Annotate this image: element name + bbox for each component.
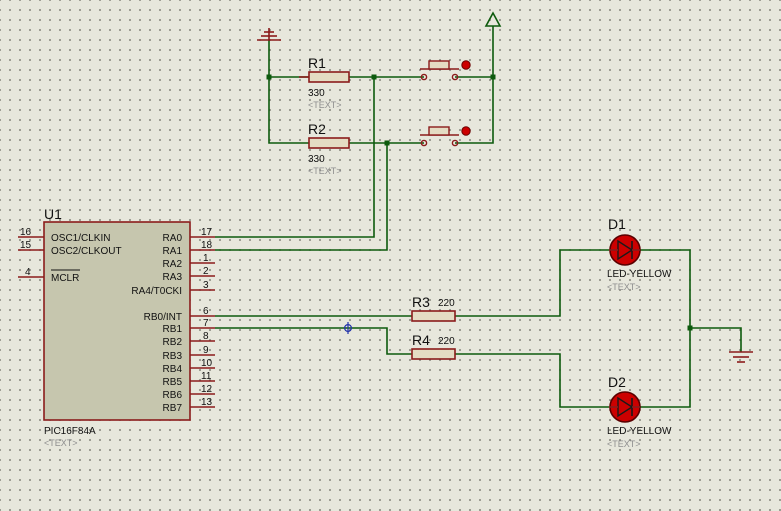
r4-ref: R4	[412, 332, 430, 348]
d2-ref: D2	[608, 374, 626, 390]
pin-number: 12	[201, 384, 213, 395]
ground-symbol-right[interactable]	[729, 351, 753, 363]
microcontroller-u1[interactable]: U1 PIC16F84A <TEXT> 16 15 4 OSC1/CLKIN O…	[18, 206, 215, 448]
r2-ref: R2	[308, 121, 326, 137]
pin-label: RB7	[163, 403, 183, 414]
d1-ref: D1	[608, 216, 626, 232]
schematic-drawing: R1 330 <TEXT> R2 330 <TEXT> R3 220 R4 22…	[18, 11, 753, 449]
pin-label: RB6	[163, 390, 183, 401]
r4-value: 220	[438, 336, 455, 347]
resistor-r3[interactable]: R3 220	[411, 294, 456, 322]
r1-ref: R1	[308, 55, 326, 71]
pin-number: 9	[203, 345, 209, 356]
pin-number: 18	[201, 240, 213, 251]
u1-part-name: PIC16F84A	[44, 426, 96, 437]
r2-value: 330	[308, 154, 325, 165]
pin-number: 1	[203, 253, 209, 264]
r2-text-placeholder: <TEXT>	[308, 166, 342, 176]
pin-number: 2	[203, 266, 209, 277]
pin-label: RB0/INT	[144, 312, 182, 323]
junctions	[266, 74, 693, 331]
pin-number: 7	[203, 318, 209, 329]
pin-number: 4	[25, 267, 31, 278]
pin-number: 16	[20, 227, 32, 238]
pin-label: RA4/T0CKI	[131, 286, 182, 297]
pin-number: 3	[203, 280, 209, 291]
u1-text-placeholder: <TEXT>	[44, 438, 78, 448]
pin-number: 17	[201, 227, 213, 238]
d1-value: LED-YELLOW	[607, 269, 672, 280]
pin-label: RA0	[163, 233, 183, 244]
resistor-r2[interactable]: R2 330 <TEXT>	[308, 121, 350, 176]
pin-label: OSC2/CLKOUT	[51, 246, 122, 257]
d2-value: LED-YELLOW	[607, 426, 672, 437]
power-terminal-icon[interactable]	[484, 11, 502, 27]
r1-value: 330	[308, 88, 325, 99]
pin-label: RB1	[163, 324, 183, 335]
u1-ref: U1	[44, 206, 62, 222]
pin-label: RB3	[163, 351, 183, 362]
pin-number: 8	[203, 331, 209, 342]
pin-number: 11	[201, 371, 212, 382]
pin-number: 13	[201, 397, 213, 408]
ground-symbol-top[interactable]	[257, 28, 281, 41]
r3-ref: R3	[412, 294, 430, 310]
wires	[215, 26, 742, 408]
pin-label: RA1	[163, 246, 183, 257]
led-d2[interactable]: D2 LED-YELLOW <TEXT>	[607, 374, 672, 449]
r1-text-placeholder: <TEXT>	[308, 100, 342, 110]
pin-label: RB5	[163, 377, 183, 388]
pin-label: MCLR	[51, 273, 79, 284]
led-d1[interactable]: D1 LED-YELLOW <TEXT>	[607, 216, 672, 292]
pin-label: RB4	[163, 364, 183, 375]
pin-label: RA2	[163, 259, 183, 270]
d2-text-placeholder: <TEXT>	[607, 439, 641, 449]
pin-label: RB2	[163, 337, 183, 348]
r3-value: 220	[438, 298, 455, 309]
pin-number: 15	[20, 240, 32, 251]
pin-label: RA3	[163, 272, 183, 283]
resistor-r4[interactable]: R4 220	[411, 332, 456, 360]
pin-number: 10	[201, 358, 213, 369]
d1-text-placeholder: <TEXT>	[607, 282, 641, 292]
pin-number: 6	[203, 306, 209, 317]
schematic-canvas[interactable]: R1 330 <TEXT> R2 330 <TEXT> R3 220 R4 22…	[0, 0, 781, 511]
pin-label: OSC1/CLKIN	[51, 233, 110, 244]
resistor-r1[interactable]: R1 330 <TEXT>	[299, 55, 350, 110]
